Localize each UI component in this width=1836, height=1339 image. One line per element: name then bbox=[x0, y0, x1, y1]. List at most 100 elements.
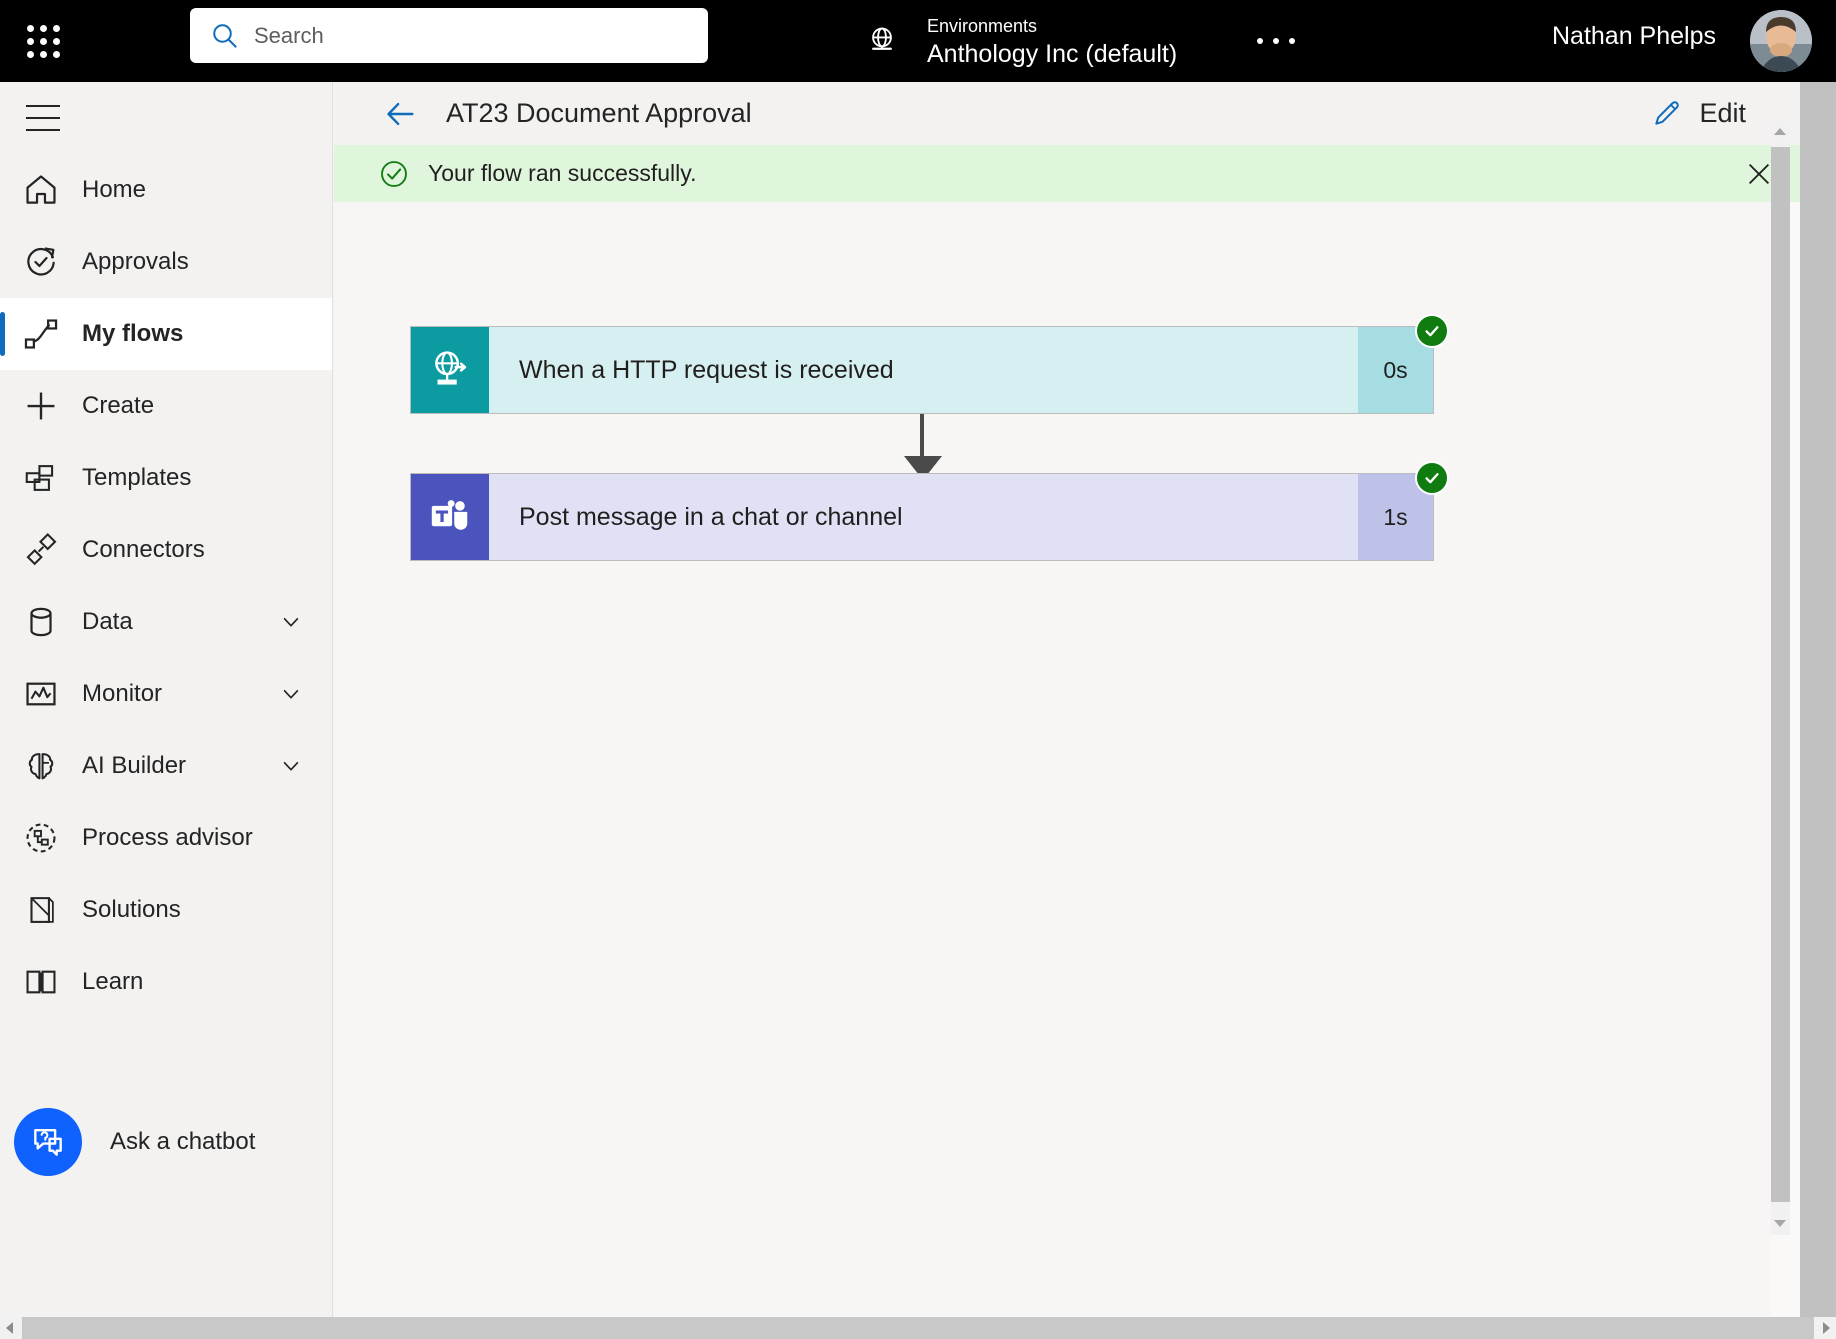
globe-icon bbox=[872, 27, 892, 50]
status-badge bbox=[1415, 461, 1449, 495]
content-vertical-scrollbar[interactable] bbox=[1771, 120, 1790, 1235]
sidebar-item-solutions[interactable]: Solutions bbox=[0, 874, 332, 946]
sidebar-item-process-advisor[interactable]: Process advisor bbox=[0, 802, 332, 874]
scroll-right-arrow-icon[interactable] bbox=[1823, 1322, 1830, 1334]
sidebar-item-learn[interactable]: Learn bbox=[0, 946, 332, 1018]
sidebar-item-label: Approvals bbox=[82, 248, 189, 275]
approvals-clock-icon bbox=[27, 247, 55, 276]
sidebar-item-my-flows[interactable]: My flows bbox=[0, 298, 332, 370]
home-icon bbox=[26, 175, 56, 204]
book-icon bbox=[26, 970, 56, 994]
sidebar-item-label: Process advisor bbox=[82, 824, 253, 851]
chatbot-fab[interactable] bbox=[14, 1108, 82, 1176]
user-avatar-icon bbox=[1750, 10, 1812, 72]
app-launcher-button[interactable] bbox=[0, 0, 86, 82]
main-content: AT23 Document Approval Edit Your flow ra… bbox=[334, 82, 1836, 1317]
check-circle-icon bbox=[1425, 473, 1439, 484]
user-name-label[interactable]: Nathan Phelps bbox=[1552, 22, 1716, 51]
ask-a-chatbot-button[interactable]: Ask a chatbot bbox=[0, 1092, 333, 1192]
app-bar: Search Environments Anthology Inc (defau… bbox=[0, 0, 1836, 82]
solutions-icon bbox=[30, 897, 54, 923]
banner-message: Your flow ran successfully. bbox=[428, 160, 697, 186]
chatbot-question-icon bbox=[34, 1128, 62, 1156]
scroll-up-arrow-icon[interactable] bbox=[1774, 128, 1786, 135]
hamburger-menu-icon bbox=[26, 105, 60, 107]
scroll-down-arrow-icon[interactable] bbox=[1774, 1220, 1786, 1227]
back-button[interactable] bbox=[378, 91, 424, 137]
plus-icon bbox=[27, 392, 55, 420]
ellipsis-dot bbox=[1289, 38, 1295, 44]
flow-step-icon-container bbox=[411, 327, 489, 413]
sidebar-item-label: Monitor bbox=[82, 680, 163, 707]
edit-button-label: Edit bbox=[1699, 97, 1746, 128]
hamburger-menu-icon bbox=[26, 117, 60, 119]
sidebar-collapse-button[interactable] bbox=[8, 82, 78, 154]
search-input[interactable]: Search bbox=[190, 8, 708, 63]
sidebar-item-monitor[interactable]: Monitor bbox=[0, 658, 332, 730]
sidebar-item-create[interactable]: Create bbox=[0, 370, 332, 442]
ellipsis-dot bbox=[1273, 38, 1279, 44]
success-banner: Your flow ran successfully. bbox=[334, 145, 1836, 202]
scroll-left-arrow-icon[interactable] bbox=[6, 1322, 13, 1334]
sidebar-item-data[interactable]: Data bbox=[0, 586, 332, 658]
sidebar-item-label: Learn bbox=[82, 968, 144, 995]
microsoft-teams-icon bbox=[431, 500, 468, 530]
sidebar-item-label: My flows bbox=[82, 320, 184, 347]
page-horizontal-scrollbar[interactable] bbox=[0, 1317, 1836, 1339]
templates-icon bbox=[25, 465, 54, 491]
sidebar-item-connectors[interactable]: Connectors bbox=[0, 514, 332, 586]
sidebar-item-label: Home bbox=[82, 176, 147, 203]
scrollbar-thumb[interactable] bbox=[22, 1317, 1814, 1339]
flow-step-name: When a HTTP request is received bbox=[489, 327, 1358, 413]
monitor-chart-icon bbox=[26, 682, 56, 706]
sidebar-item-label: Solutions bbox=[82, 896, 181, 923]
sidebar-item-label: Data bbox=[82, 608, 133, 635]
back-arrow-icon bbox=[387, 102, 414, 125]
environment-label: Environments bbox=[927, 15, 1038, 36]
sidebar-item-templates[interactable]: Templates bbox=[0, 442, 332, 514]
flow-step-name: Post message in a chat or channel bbox=[489, 474, 1358, 560]
search-placeholder: Search bbox=[254, 22, 324, 48]
flow-step-icon-container bbox=[411, 474, 489, 560]
flow-run-canvas: When a HTTP request is received 0s Post … bbox=[334, 202, 1771, 1317]
chatbot-label: Ask a chatbot bbox=[110, 1128, 256, 1155]
chevron-down-icon[interactable] bbox=[280, 683, 302, 705]
flow-step-card-action[interactable]: Post message in a chat or channel 1s bbox=[410, 461, 1449, 561]
app-launcher-icon bbox=[26, 24, 60, 58]
sidebar-item-ai-builder[interactable]: AI Builder bbox=[0, 730, 332, 802]
scrollbar-thumb[interactable] bbox=[1800, 82, 1836, 1317]
chevron-down-icon[interactable] bbox=[280, 755, 302, 777]
page-vertical-scrollbar[interactable] bbox=[1800, 82, 1836, 1317]
pencil-edit-icon bbox=[1655, 101, 1680, 125]
environment-picker[interactable]: Environments Anthology Inc (default) bbox=[855, 0, 1187, 82]
sidebar-item-label: Templates bbox=[82, 464, 192, 491]
sidebar-item-home[interactable]: Home bbox=[0, 154, 332, 226]
sidebar-item-approvals[interactable]: Approvals bbox=[0, 226, 332, 298]
flow-step-card-trigger[interactable]: When a HTTP request is received 0s bbox=[410, 314, 1449, 414]
close-icon bbox=[1748, 163, 1770, 185]
check-circle-icon bbox=[1425, 326, 1439, 337]
http-request-globe-icon bbox=[435, 351, 467, 385]
environment-name: Anthology Inc (default) bbox=[927, 39, 1178, 68]
edit-button[interactable]: Edit bbox=[1651, 90, 1746, 136]
avatar[interactable] bbox=[1750, 10, 1812, 72]
page-title: AT23 Document Approval bbox=[446, 98, 752, 128]
sidebar-item-label: AI Builder bbox=[82, 752, 187, 779]
scrollbar-thumb[interactable] bbox=[1771, 147, 1790, 1202]
command-bar: AT23 Document Approval Edit bbox=[334, 82, 1836, 145]
process-advisor-icon bbox=[26, 823, 56, 853]
connectors-plug-icon bbox=[26, 532, 57, 566]
my-flows-icon bbox=[24, 319, 58, 349]
brain-icon bbox=[28, 753, 54, 780]
chevron-down-icon[interactable] bbox=[280, 611, 302, 633]
success-check-circle-icon bbox=[381, 160, 407, 187]
search-icon bbox=[213, 23, 237, 48]
sidebar-item-label: Create bbox=[82, 392, 155, 419]
more-options-button[interactable] bbox=[1250, 18, 1302, 64]
sidebar: Home Approvals My flows Create Templates… bbox=[0, 82, 333, 1317]
hamburger-menu-icon bbox=[26, 129, 60, 131]
sidebar-item-label: Connectors bbox=[82, 536, 205, 563]
status-badge bbox=[1415, 314, 1449, 348]
ellipsis-dot bbox=[1257, 38, 1263, 44]
database-icon bbox=[30, 607, 52, 637]
